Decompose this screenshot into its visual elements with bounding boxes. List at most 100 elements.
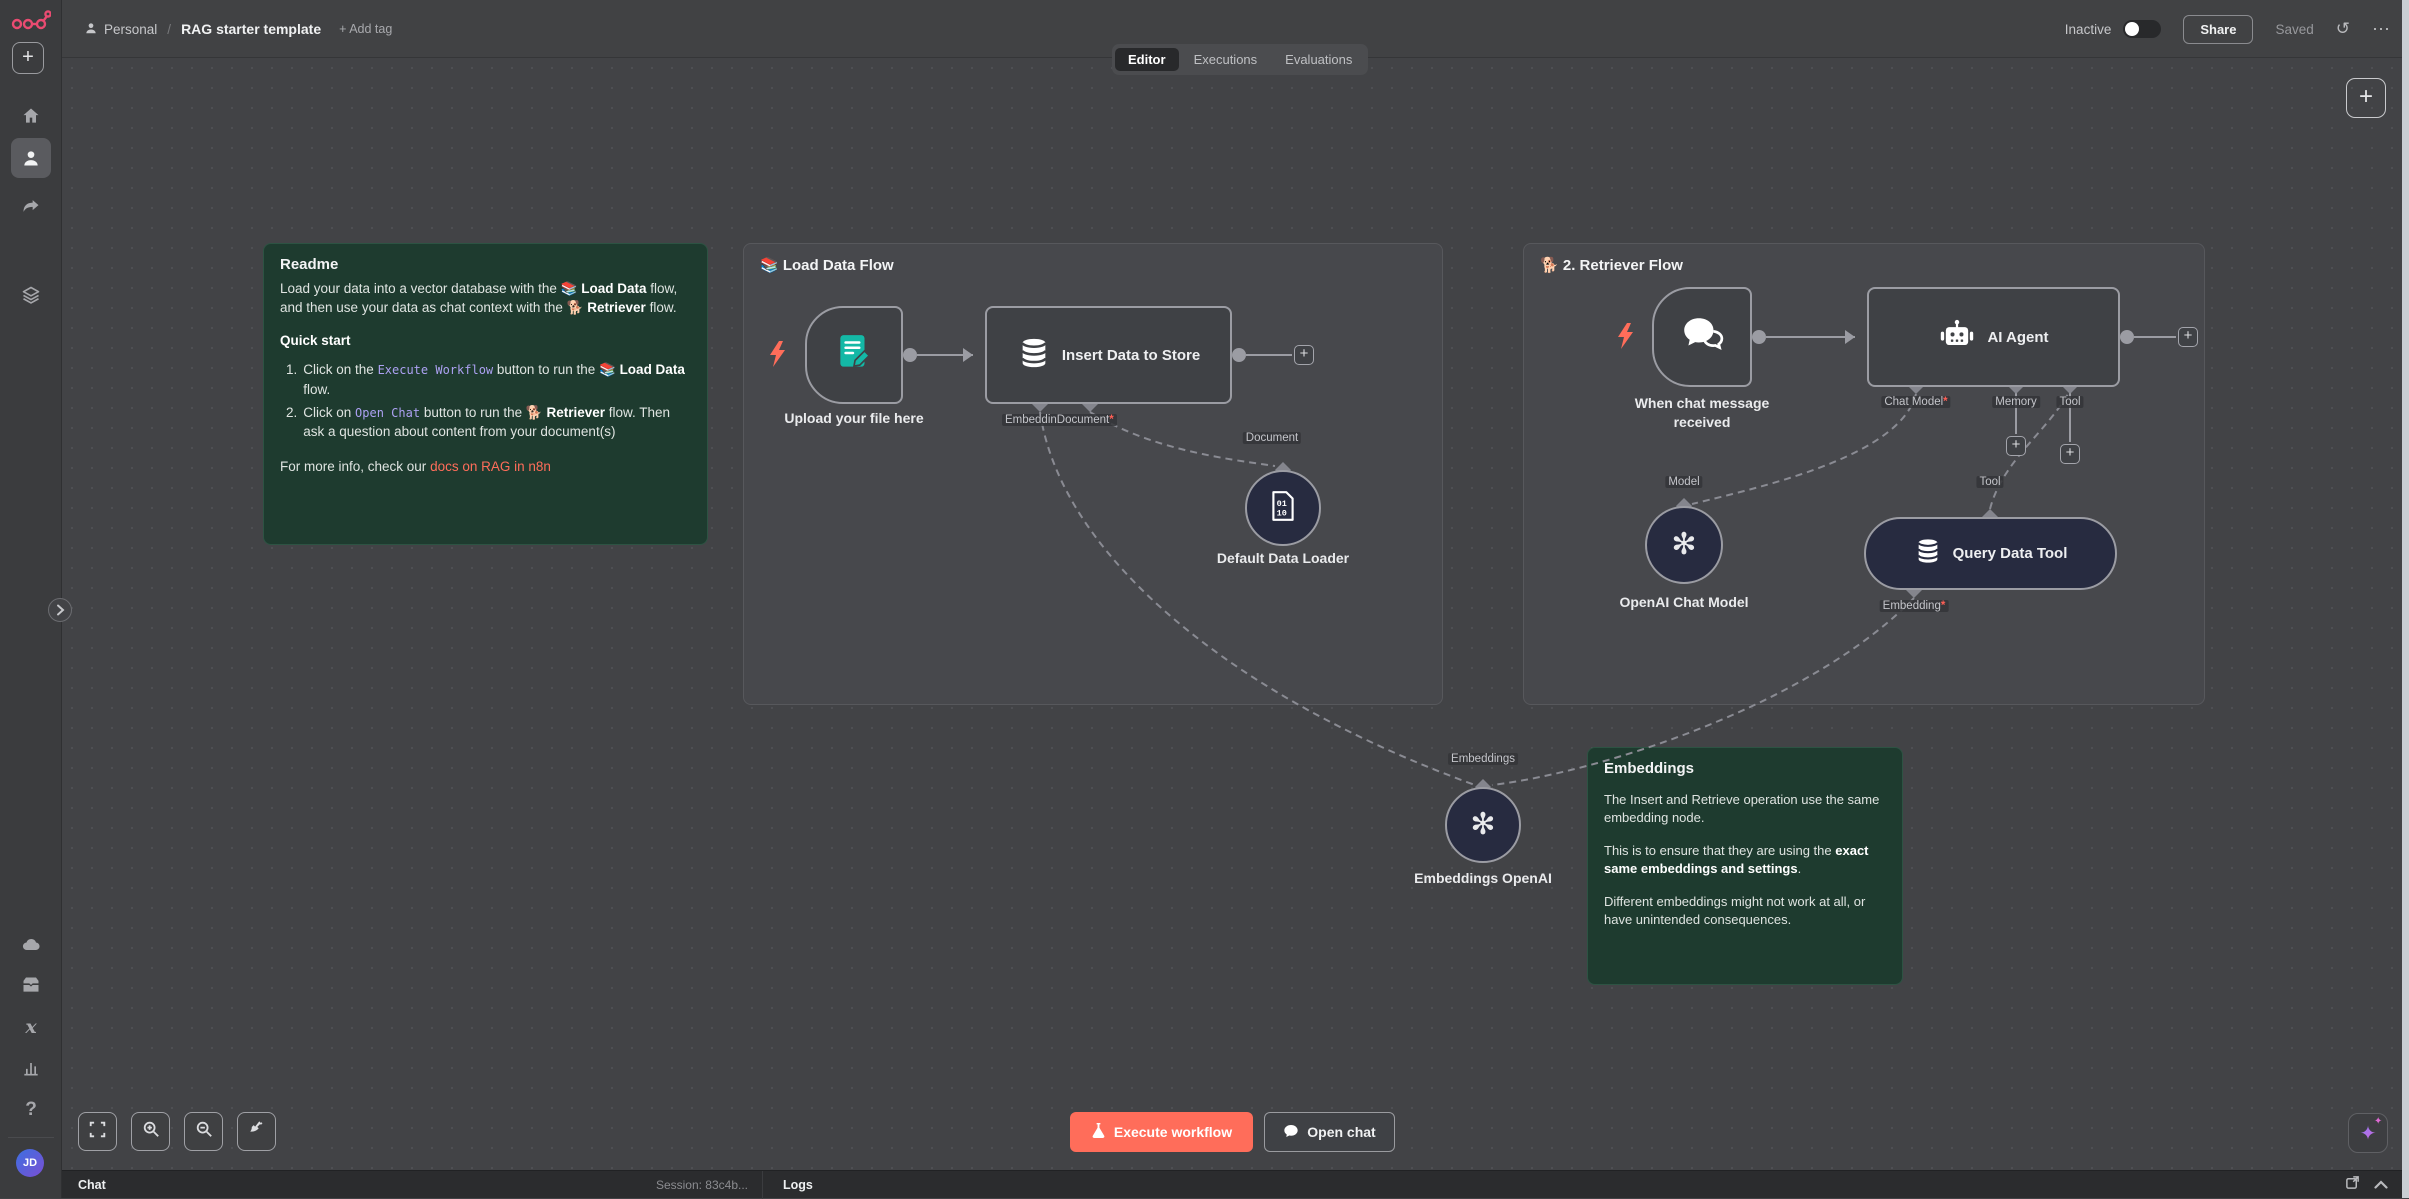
execute-workflow-button[interactable]: Execute workflow	[1070, 1112, 1253, 1152]
add-connection-button[interactable]: +	[2178, 327, 2198, 347]
n8n-logo-icon[interactable]	[11, 8, 51, 39]
sidebar-item-cloud[interactable]	[11, 925, 51, 965]
sidebar-item-home[interactable]	[11, 96, 51, 136]
node-caption: Upload your file here	[704, 410, 1004, 426]
flask-icon	[1091, 1122, 1106, 1142]
readme-title: Readme	[264, 244, 707, 279]
readme-step-2: 2. Click on Open Chat button to run the …	[286, 403, 691, 441]
pop-out-icon[interactable]	[2345, 1175, 2360, 1195]
rag-docs-link[interactable]: docs on RAG in n8n	[430, 459, 551, 474]
chat-panel-title: Chat	[78, 1178, 106, 1192]
breadcrumb-project[interactable]: Personal	[84, 21, 157, 38]
svg-text:01: 01	[1277, 499, 1287, 509]
zoom-in-button[interactable]	[131, 1112, 170, 1151]
add-tool-button[interactable]: +	[2060, 444, 2080, 464]
port-label-model: Model	[1665, 476, 1702, 488]
sidebar-divider	[8, 1137, 54, 1138]
breadcrumb-separator: /	[167, 22, 171, 37]
sidebar-item-shared[interactable]	[11, 186, 51, 226]
variables-icon: x	[25, 1016, 36, 1038]
retriever-flow-title: 2. Retriever Flow	[1563, 257, 1683, 274]
sparkles-icon: ✦✦	[2360, 1121, 2377, 1146]
help-icon: ?	[25, 1099, 37, 1121]
breadcrumb: Personal / RAG starter template + Add ta…	[84, 0, 392, 58]
node-upload-your-file-here[interactable]	[805, 306, 903, 404]
form-trigger-icon	[833, 332, 875, 379]
tidy-up-button[interactable]	[237, 1112, 276, 1151]
expand-panel-button[interactable]	[48, 598, 72, 622]
port-label-embeddings: Embeddings	[1448, 753, 1518, 765]
ai-assistant-button[interactable]: ✦✦	[2348, 1113, 2388, 1153]
more-menu-icon[interactable]: ⋯	[2372, 19, 2391, 40]
workflow-title[interactable]: RAG starter template	[181, 21, 321, 37]
readme-step-1: 1. Click on the Execute Workflow button …	[286, 360, 691, 398]
add-memory-button[interactable]: +	[2006, 436, 2026, 456]
broom-icon	[248, 1120, 266, 1143]
toggle-knob	[2125, 22, 2139, 36]
sidebar-item-variables[interactable]: x	[11, 1007, 51, 1047]
share-button[interactable]: Share	[2183, 15, 2253, 44]
quick-start-heading: Quick start	[280, 333, 351, 348]
binary-file-icon: 0110	[1269, 490, 1297, 527]
embeddings-note-p1: The Insert and Retrieve operation use th…	[1604, 791, 1886, 828]
robot-icon	[1938, 318, 1976, 357]
sidebar-item-personal[interactable]	[11, 138, 51, 178]
avatar[interactable]: JD	[16, 1149, 44, 1177]
embeddings-note-p2: This is to ensure that they are using th…	[1604, 842, 1886, 879]
readme-sticky-note[interactable]: Readme Load your data into a vector data…	[263, 243, 708, 545]
port-label-tool: Tool	[2056, 396, 2083, 408]
add-node-button[interactable]: +	[2346, 78, 2386, 118]
node-insert-data-to-store[interactable]: Insert Data to Store	[985, 306, 1232, 404]
openai-icon: ✻	[1470, 810, 1495, 840]
logs-panel-header[interactable]: Logs	[763, 1178, 833, 1192]
trigger-lightning-icon	[768, 341, 786, 372]
zoom-in-icon	[142, 1120, 160, 1143]
sidebar-item-help[interactable]: ?	[11, 1090, 51, 1130]
svg-text:10: 10	[1277, 508, 1287, 518]
dog-emoji: 🐕	[567, 300, 584, 315]
books-emoji: 📚	[561, 281, 578, 296]
activate-toggle[interactable]	[2123, 20, 2161, 38]
tab-executions[interactable]: Executions	[1181, 48, 1271, 71]
sidebar-item-templates[interactable]	[11, 965, 51, 1005]
bar-chart-icon	[21, 1058, 41, 1078]
node-title: Query Data Tool	[1953, 545, 2068, 562]
chevron-up-icon[interactable]	[2374, 1176, 2388, 1194]
sidebar-item-insights[interactable]	[11, 1048, 51, 1088]
node-query-data-tool[interactable]: Query Data Tool	[1864, 517, 2117, 590]
workflow-status-label: Inactive	[2065, 22, 2112, 37]
add-connection-button[interactable]: +	[1294, 345, 1314, 365]
chat-panel-header[interactable]: Chat Session: 83c4b...	[62, 1178, 762, 1192]
node-caption: Embeddings OpenAI	[1358, 870, 1608, 886]
node-embeddings-openai[interactable]: ✻	[1445, 787, 1521, 863]
tab-evaluations[interactable]: Evaluations	[1272, 48, 1365, 71]
tab-editor[interactable]: Editor	[1115, 48, 1179, 71]
node-caption: OpenAI Chat Model	[1559, 594, 1809, 610]
zoom-to-fit-button[interactable]	[78, 1112, 117, 1151]
node-when-chat-message-received[interactable]	[1652, 287, 1752, 387]
scrollbar[interactable]	[2402, 0, 2409, 1198]
dog-emoji: 🐕	[526, 405, 543, 420]
history-icon[interactable]: ↺	[2336, 19, 2350, 39]
port-label-memory: Memory	[1992, 396, 2040, 408]
cloud-icon	[21, 935, 41, 955]
app: + x ? JD	[0, 0, 2409, 1198]
node-default-data-loader[interactable]: 0110	[1245, 470, 1321, 546]
open-chat-button[interactable]: Open chat	[1264, 1112, 1395, 1152]
sidebar-item-layers[interactable]	[11, 275, 51, 315]
embeddings-sticky-note[interactable]: Embeddings The Insert and Retrieve opera…	[1587, 747, 1903, 985]
port-label-embedding: Embedding*	[1880, 600, 1949, 612]
add-workflow-button[interactable]: +	[12, 42, 44, 74]
load-data-flow-title: Load Data Flow	[783, 257, 894, 274]
node-ai-agent[interactable]: AI Agent	[1867, 287, 2120, 387]
openai-icon: ✻	[1671, 530, 1696, 560]
zoom-out-button[interactable]	[184, 1112, 223, 1151]
readme-more-info: For more info, check our docs on RAG in …	[280, 457, 691, 476]
add-tag-button[interactable]: + Add tag	[339, 22, 392, 36]
node-title: Insert Data to Store	[1062, 347, 1200, 364]
user-icon	[21, 148, 41, 168]
node-openai-chat-model[interactable]: ✻	[1645, 506, 1723, 584]
box-icon	[21, 975, 41, 995]
chat-bubble-icon	[1283, 1123, 1299, 1142]
readme-paragraph: Load your data into a vector database wi…	[280, 279, 691, 317]
